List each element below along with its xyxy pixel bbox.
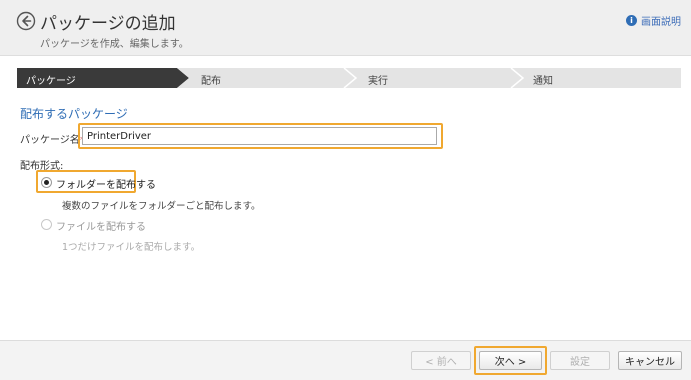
step-execution: 実行 [368, 76, 388, 87]
step-notification: 通知 [533, 76, 553, 87]
page-header: パッケージの追加 パッケージを作成、編集します。 i 画面説明 [0, 0, 691, 56]
page-subtitle: パッケージを作成、編集します。 [40, 39, 189, 50]
radio-distribute-folder[interactable] [41, 177, 52, 188]
package-name-input[interactable] [82, 127, 437, 145]
option-folder-label[interactable]: フォルダーを配布する [56, 176, 156, 191]
wizard-steps: パッケージ 配布 実行 通知 [17, 68, 681, 88]
next-button[interactable]: 次へ > [479, 351, 542, 370]
help-label: 画面説明 [641, 17, 681, 28]
option-file-label[interactable]: ファイルを配布する [56, 218, 146, 233]
info-icon: i [626, 15, 637, 26]
option-file-description: 1つだけファイルを配布します。 [62, 242, 201, 253]
option-folder-description: 複数のファイルをフォルダーごと配布します。 [62, 201, 261, 212]
back-arrow-icon[interactable] [16, 11, 36, 31]
page-title: パッケージの追加 [40, 14, 176, 34]
prev-button[interactable]: < 前へ [411, 351, 471, 370]
step-package: パッケージ [26, 76, 76, 87]
wizard-steps-bar [17, 68, 681, 88]
cancel-button[interactable]: キャンセル [618, 351, 682, 370]
help-link[interactable]: i 画面説明 [626, 13, 681, 28]
settings-button[interactable]: 設定 [550, 351, 610, 370]
package-name-label-text: パッケージ名 [20, 135, 80, 146]
step-distribution: 配布 [201, 76, 221, 87]
section-title: 配布するパッケージ [20, 107, 128, 121]
radio-distribute-file[interactable] [41, 219, 52, 230]
